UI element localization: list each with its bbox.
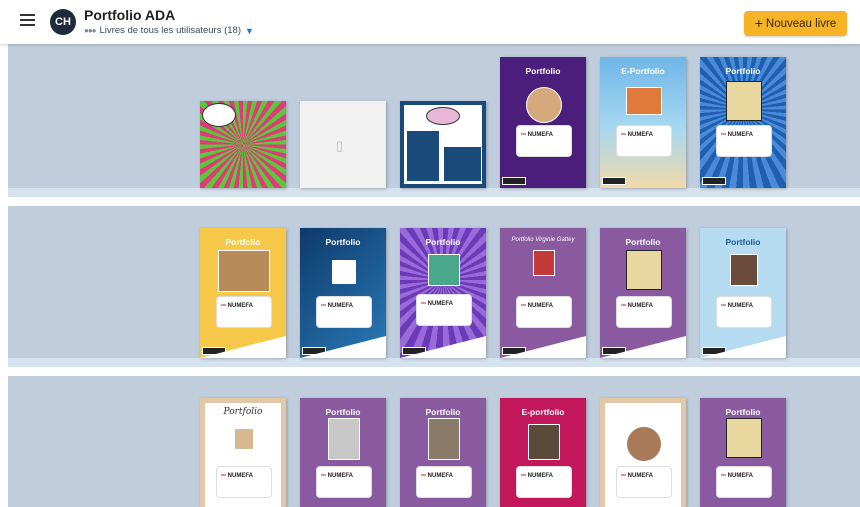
photo [328, 418, 360, 460]
book-card: ∞ NUMEFA [216, 296, 272, 328]
book-cover[interactable]: Portfolio ∞ NUMEFA [500, 57, 586, 188]
book-cover[interactable]: Portfolio ∞ NUMEFA [400, 398, 486, 507]
book-cover[interactable]: E-portfolio ∞ NUMEFA [500, 398, 586, 507]
book-cover[interactable] [400, 101, 486, 188]
book-card: ∞ NUMEFA [216, 466, 272, 498]
book-icon: ▯ [336, 138, 344, 153]
app-header: CH Portfolio ADA ●●● Livres de tous les … [0, 0, 860, 44]
book-card: ∞ NUMEFA [616, 466, 672, 498]
book-cover[interactable]: Portfolio ∞ NUMEFA [300, 228, 386, 358]
book-cover[interactable] [200, 101, 286, 188]
book-cover[interactable]: Portfolio ∞ NUMEFA [200, 228, 286, 358]
photo [234, 428, 254, 450]
book-cover[interactable]: Portfolio Virginie Gattey ∞ NUMEFA [500, 228, 586, 358]
page-title: Portfolio ADA [84, 7, 176, 23]
book-card: ∞ NUMEFA [616, 296, 672, 328]
avatar [726, 81, 762, 121]
avatar [626, 426, 662, 462]
cc-license-icon [702, 177, 726, 185]
book-title: Portfolio [223, 407, 263, 417]
cc-license-icon [502, 177, 526, 185]
photo [428, 254, 460, 286]
book-cover[interactable]: Portfolio ∞ NUMEFA [400, 228, 486, 358]
book-title: Portfolio [525, 66, 561, 76]
photo [428, 418, 460, 460]
book-cover[interactable]: E-Portfolio ∞ NUMEFA [600, 57, 686, 188]
book-title: Portfolio Virginie Gattey [511, 237, 575, 243]
book-card: ∞ NUMEFA [416, 466, 472, 498]
book-title: Portfolio [725, 66, 761, 76]
shelf-ledge [8, 188, 860, 197]
new-book-label: Nouveau livre [765, 17, 837, 30]
photo [218, 250, 270, 292]
shelf-gap [8, 367, 860, 376]
book-card: ∞ NUMEFA [616, 125, 672, 157]
menu-icon[interactable] [20, 14, 35, 26]
book-cover[interactable]: ∞ NUMEFA [600, 398, 686, 507]
book-card: ∞ NUMEFA [716, 125, 772, 157]
book-card: ∞ NUMEFA [516, 466, 572, 498]
book-title: Portfolio [425, 237, 461, 247]
book-card: ∞ NUMEFA [416, 294, 472, 326]
book-card: ∞ NUMEFA [516, 296, 572, 328]
plus-icon: + [754, 15, 763, 31]
books-filter-label: Livres de tous les utilisateurs (18) [99, 25, 242, 36]
numefa-logo: ∞ NUMEFA [521, 131, 554, 138]
book-title: Portfolio [625, 237, 661, 247]
book-cover[interactable]: Portfolio ∞ NUMEFA [700, 57, 786, 188]
shelf-gap [8, 197, 860, 206]
book-card: ∞ NUMEFA [316, 296, 372, 328]
book-card: ∞ NUMEFA [516, 125, 572, 157]
photo [533, 250, 555, 276]
book-cover[interactable]: Portfolio ∞ NUMEFA [700, 398, 786, 507]
logo-icon [332, 260, 356, 284]
book-cover[interactable]: Portfolio ∞ NUMEFA [200, 398, 286, 507]
avatar[interactable]: CH [50, 9, 76, 35]
book-card: ∞ NUMEFA [716, 466, 772, 498]
book-title: Portfolio [325, 237, 361, 247]
shelf-ledge [8, 358, 860, 367]
cc-license-icon [602, 177, 626, 185]
laptop-icon [626, 87, 662, 115]
avatar [726, 418, 762, 458]
book-card: ∞ NUMEFA [316, 466, 372, 498]
book-title: Portfolio [225, 237, 261, 247]
avatar [730, 254, 758, 286]
book-title: Portfolio [425, 407, 461, 417]
book-title: Portfolio [325, 407, 361, 417]
chevron-down-icon: ▼ [245, 25, 254, 36]
new-book-button[interactable]: + Nouveau livre [744, 11, 847, 36]
book-cover[interactable]: Portfolio ∞ NUMEFA [700, 228, 786, 358]
avatar [626, 250, 662, 290]
book-title: Portfolio [725, 237, 761, 247]
book-title: E-portfolio [521, 407, 565, 417]
avatar [526, 87, 562, 123]
books-filter-dropdown[interactable]: ●●● Livres de tous les utilisateurs (18)… [84, 25, 254, 36]
book-cover[interactable]: ▯ [300, 101, 386, 188]
book-title: Portfolio [725, 407, 761, 417]
users-icon: ●●● [84, 26, 96, 35]
book-card: ∞ NUMEFA [716, 296, 772, 328]
book-cover[interactable]: Portfolio ∞ NUMEFA [600, 228, 686, 358]
book-title: E-Portfolio [621, 66, 665, 76]
photo [528, 424, 560, 460]
book-cover[interactable]: Portfolio ∞ NUMEFA [300, 398, 386, 507]
